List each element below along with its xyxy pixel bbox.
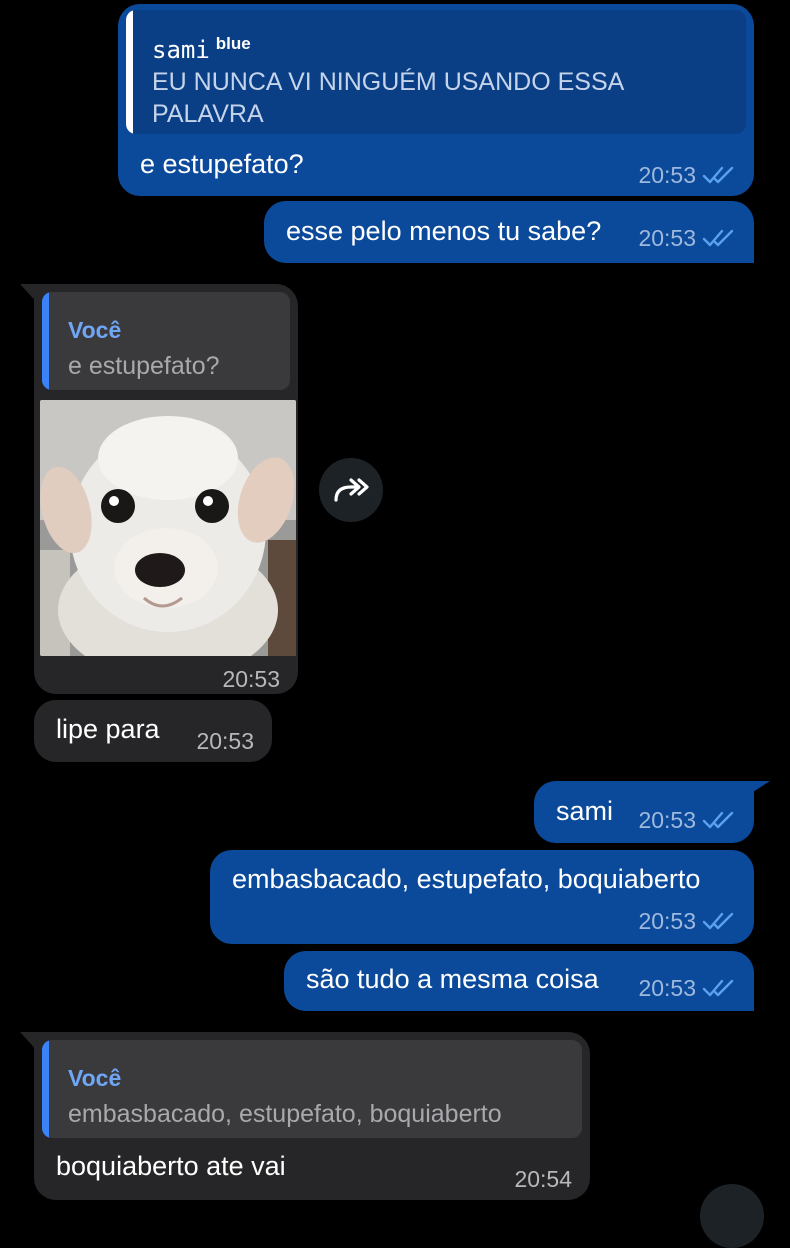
message-meta: 20:53 [638,162,736,188]
message-meta: 20:54 [514,1166,572,1192]
reply-quote[interactable]: Você e estupefato? [42,292,290,390]
reply-text-line2: PALAVRA [152,100,264,128]
sticker-image[interactable] [40,400,296,656]
message-meta: 20:53 [638,807,736,833]
reply-sender-name: Você [68,1065,122,1091]
double-check-icon [702,166,734,184]
reply-quote[interactable]: Você embasbacado, estupefato, boquiabert… [42,1040,582,1138]
message-meta: 20:53 [638,225,736,251]
message-text: esse pelo menos tu sabe? [286,216,602,246]
reply-sender-name: Você [68,317,122,343]
message-text: são tudo a mesma coisa [306,964,599,994]
message-time: 20:53 [638,908,696,934]
message-text: embasbacado, estupefato, boquiaberto [232,864,701,894]
forward-button[interactable] [319,458,383,522]
message-bubble-incoming[interactable]: Você embasbacado, estupefato, boquiabert… [34,1032,590,1200]
message-bubble-outgoing[interactable]: sami 20:53 [534,781,754,843]
message-meta: 20:53 [222,666,280,692]
message-text: boquiaberto ate vai [56,1151,286,1181]
message-bubble-incoming[interactable]: Você e estupefato? 20:53 [34,284,298,694]
message-time: 20:53 [638,807,696,833]
reply-text: embasbacado, estupefato, boquiaberto [68,1100,502,1128]
puppy-image [40,400,296,656]
reply-sender-name: sami blue [152,34,251,64]
double-check-icon [702,229,734,247]
reply-quote[interactable]: sami blue EU NUNCA VI NINGUÉM USANDO ESSA… [126,10,746,134]
message-time: 20:53 [222,666,280,692]
reply-accent-bar [126,10,133,134]
double-check-icon [702,979,734,997]
scroll-down-button[interactable] [700,1184,764,1248]
reply-sender-suffix: blue [215,34,251,53]
message-bubble-outgoing[interactable]: são tudo a mesma coisa 20:53 [284,951,754,1011]
message-meta: 20:53 [638,908,736,934]
message-bubble-outgoing[interactable]: sami blue EU NUNCA VI NINGUÉM USANDO ESSA… [118,4,754,196]
reply-text: e estupefato? [68,352,220,380]
message-text: e estupefato? [140,149,304,179]
message-bubble-outgoing[interactable]: esse pelo menos tu sabe? 20:53 [264,201,754,263]
share-forward-icon [334,478,369,502]
message-time: 20:53 [196,728,254,754]
double-check-icon [702,811,734,829]
message-time: 20:53 [638,975,696,1001]
message-meta: 20:53 [638,975,736,1001]
message-time: 20:53 [638,162,696,188]
message-time: 20:53 [638,225,696,251]
message-bubble-outgoing[interactable]: embasbacado, estupefato, boquiaberto 20:… [210,850,754,944]
message-time: 20:54 [514,1166,572,1192]
reply-accent-bar [42,292,49,390]
reply-text-line1: EU NUNCA VI NINGUÉM USANDO ESSA [152,68,625,96]
double-check-icon [702,912,734,930]
message-text: sami [556,796,614,826]
message-meta: 20:53 [196,728,254,754]
reply-accent-bar [42,1040,49,1138]
message-text: lipe para [56,714,160,744]
message-bubble-incoming[interactable]: lipe para 20:53 [34,700,272,762]
